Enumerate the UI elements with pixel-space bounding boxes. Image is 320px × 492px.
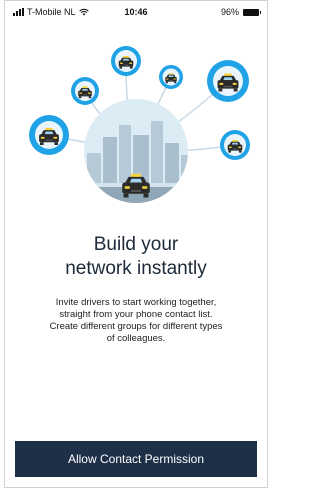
allow-contact-permission-button[interactable]: Allow Contact Permission: [15, 441, 257, 477]
description-line-4: of colleagues.: [106, 333, 166, 344]
taxi-bubble-left: [29, 115, 69, 155]
status-bar: T-Mobile NL 10:46 96%: [5, 1, 267, 23]
phone-screen: T-Mobile NL 10:46 96% Build your network…: [4, 0, 268, 488]
city-skyline-icon: [84, 99, 188, 203]
battery-percent: 96%: [220, 7, 239, 17]
taxi-bubble-lower-right: [220, 130, 250, 160]
taxi-bubble-top-right: [159, 65, 183, 89]
battery-icon: [243, 8, 261, 16]
page-title: Build your network instantly: [5, 233, 267, 281]
taxi-bubble-top: [111, 46, 141, 76]
title-line-1: Build your: [93, 234, 179, 255]
description-line-2: straight from your phone contact list.: [59, 309, 213, 320]
title-line-2: network instantly: [65, 258, 207, 279]
network-illustration: [29, 46, 250, 203]
description: Invite drivers to start working together…: [19, 297, 253, 345]
status-right: 96%: [220, 7, 261, 17]
description-line-3: Create different groups for different ty…: [49, 321, 223, 332]
taxi-bubble-upper-left: [71, 77, 99, 105]
taxi-bubble-right: [207, 60, 249, 102]
description-line-1: Invite drivers to start working together…: [55, 297, 217, 308]
